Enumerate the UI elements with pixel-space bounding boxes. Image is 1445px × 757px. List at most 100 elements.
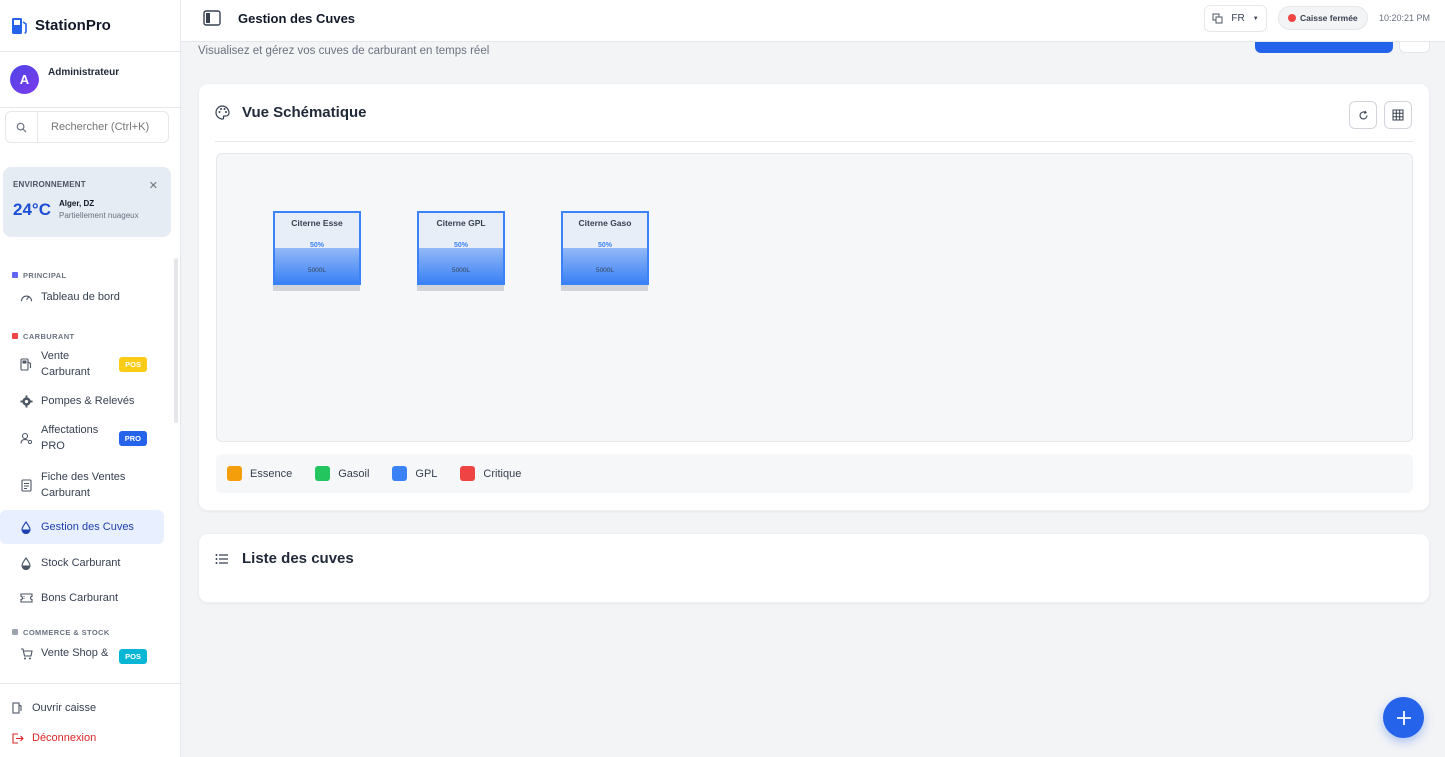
palette-icon: [215, 105, 231, 121]
topbar: Gestion des Cuves FR ▼ Caisse fermée 10:…: [181, 0, 1445, 42]
page-subtitle: Visualisez et gérez vos cuves de carbura…: [198, 45, 490, 57]
tank-body: Citerne Gaso 50% 5000L: [561, 211, 649, 285]
brand[interactable]: StationPro: [0, 0, 180, 52]
user-name: Administrateur: [48, 67, 120, 78]
list-icon: [215, 551, 231, 567]
tank[interactable]: Citerne Esse 50% 5000L: [273, 211, 361, 291]
environment-title: ENVIRONNEMENT: [13, 180, 86, 189]
ticket-icon: [19, 591, 33, 605]
sidebar: StationPro A Administrateur ENVIRONNEMEN…: [0, 0, 181, 757]
tank-base: [273, 284, 360, 291]
refresh-icon: [1358, 110, 1368, 119]
tank-base: [417, 284, 504, 291]
legend-item-gpl: GPL: [392, 466, 437, 481]
section-label: CARBURANT: [23, 331, 75, 341]
refresh-button[interactable]: [1349, 101, 1377, 129]
status-dot: [1288, 14, 1296, 22]
pos-badge: POS: [119, 356, 147, 372]
cart-icon: [19, 647, 33, 661]
section-label: COMMERCE & STOCK: [23, 627, 110, 637]
search-input[interactable]: [38, 121, 163, 133]
register-icon: [12, 702, 24, 714]
register-status-badge[interactable]: Caisse fermée: [1278, 6, 1368, 30]
sidebar-item-label: Tableau de bord: [41, 291, 120, 303]
language-value: FR: [1231, 13, 1245, 24]
section-carburant: CARBURANT: [0, 328, 181, 344]
schematic-header: Vue Schématique: [215, 104, 366, 121]
sidebar-nav: PRINCIPAL Tableau de bord CARBURANT Vent…: [0, 258, 181, 678]
gauge-icon: [19, 290, 33, 304]
sidebar-item-label: Stock Carburant: [41, 557, 121, 569]
sidebar-item-vente-carburant[interactable]: Vente Carburant POS: [0, 345, 164, 383]
search-box[interactable]: [5, 111, 169, 143]
search-icon: [6, 112, 38, 142]
section-icon: [12, 272, 18, 278]
section-label: PRINCIPAL: [23, 270, 67, 280]
open-register-button[interactable]: Ouvrir caisse: [0, 693, 181, 723]
legend-label: Essence: [250, 467, 293, 480]
fuel-pump-icon: [19, 357, 33, 371]
city: Alger, DZ: [58, 199, 95, 208]
section-principal: PRINCIPAL: [0, 267, 181, 283]
droplet-icon: [19, 556, 33, 570]
user-profile[interactable]: A Administrateur: [0, 52, 180, 108]
user-settings-icon: [19, 431, 33, 445]
sidebar-item-tableau-de-bord[interactable]: Tableau de bord: [0, 284, 164, 310]
logout-label: Déconnexion: [32, 732, 97, 744]
sidebar-item-label: Gestion des Cuves: [41, 521, 134, 533]
grid-view-button[interactable]: [1384, 101, 1412, 129]
tank-percent: 50%: [453, 242, 468, 249]
sidebar-item-pompes-releves[interactable]: Pompes & Relevés: [0, 387, 164, 415]
translate-icon: [1212, 13, 1223, 24]
tank-level-fill: [563, 248, 647, 283]
sidebar-item-fiche-ventes[interactable]: Fiche des Ventes Carburant: [0, 466, 164, 504]
sidebar-footer: Ouvrir caisse Déconnexion: [0, 683, 181, 757]
tank-body: Citerne GPL 50% 5000L: [417, 211, 505, 285]
tank[interactable]: Citerne Gaso 50% 5000L: [561, 211, 649, 291]
section-commerce-stock: COMMERCE & STOCK: [0, 624, 181, 640]
logout-button[interactable]: Déconnexion: [0, 723, 181, 753]
temperature: 24°C: [13, 200, 51, 219]
sidebar-item-label: Affectations PRO: [41, 424, 99, 452]
grid-icon: [1392, 109, 1404, 121]
tank-level-fill: [275, 248, 359, 283]
sidebar-item-label: Pompes & Relevés: [41, 395, 135, 407]
sidebar-item-vente-shop[interactable]: Vente Shop & POS: [0, 640, 164, 672]
language-selector[interactable]: FR ▼: [1204, 5, 1267, 32]
tank-canvas: Citerne Esse 50% 5000L Citerne GPL 50% 5…: [216, 153, 1413, 442]
sidebar-toggle-icon[interactable]: [203, 10, 221, 26]
tank[interactable]: Citerne GPL 50% 5000L: [417, 211, 505, 291]
tank-percent: 50%: [597, 242, 612, 249]
legend-swatch: [315, 466, 331, 481]
tank-capacity: 5000L: [307, 267, 327, 274]
tank-base: [561, 284, 648, 291]
open-register-label: Ouvrir caisse: [32, 702, 97, 714]
sidebar-scrollbar[interactable]: [174, 258, 178, 423]
tank-name: Citerne Esse: [291, 218, 343, 228]
page-title: Gestion des Cuves: [238, 11, 356, 26]
tank-list-card: Liste des cuves: [198, 533, 1430, 603]
gear-icon: [19, 394, 33, 408]
tank-percent: 50%: [309, 242, 324, 249]
sidebar-item-gestion-cuves[interactable]: Gestion des Cuves: [0, 510, 164, 544]
tank-list-title: Liste des cuves: [242, 550, 354, 567]
close-icon[interactable]: ✕: [149, 179, 158, 192]
legend-item-gasoil: Gasoil: [315, 466, 369, 481]
register-status-label: Caisse fermée: [1300, 13, 1358, 23]
primary-action-button[interactable]: [1255, 42, 1393, 53]
secondary-action-button[interactable]: [1399, 42, 1430, 53]
schematic-title: Vue Schématique: [242, 104, 367, 121]
sidebar-item-bons-carburant[interactable]: Bons Carburant: [0, 583, 164, 613]
document-icon: [19, 478, 33, 492]
sidebar-item-stock-carburant[interactable]: Stock Carburant: [0, 548, 164, 578]
add-tank-button[interactable]: [1383, 697, 1424, 738]
sidebar-item-affectations-pro[interactable]: Affectations PRO PRO: [0, 419, 164, 457]
legend-label: GPL: [415, 467, 438, 480]
droplet-icon: [19, 520, 33, 534]
section-icon: [12, 629, 18, 635]
divider: [215, 141, 1413, 142]
legend-label: Gasoil: [338, 467, 370, 480]
schematic-card: Vue Schématique Citerne Esse 50% 5000L C…: [198, 83, 1430, 511]
avatar: A: [10, 65, 39, 94]
clock: 10:20:21 PM: [1379, 13, 1431, 23]
